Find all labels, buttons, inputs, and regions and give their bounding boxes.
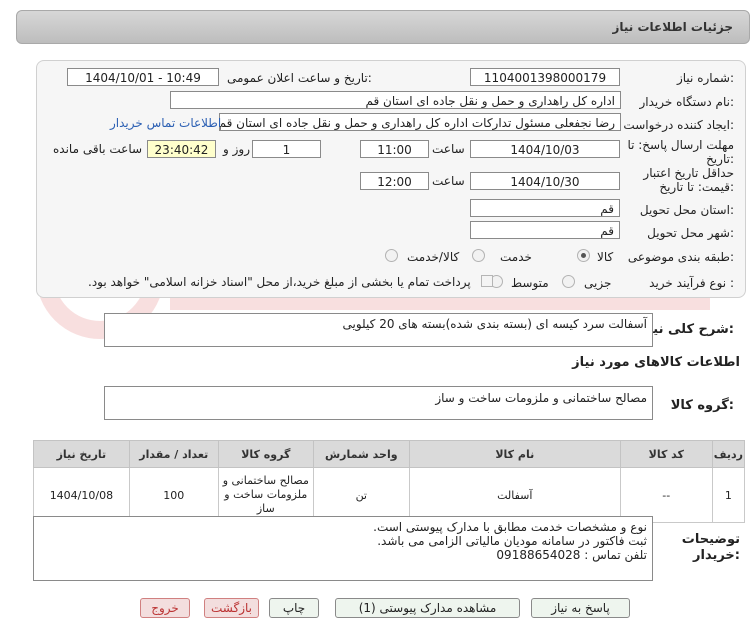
city-label: شهر محل تحویل: [647, 226, 734, 240]
description-field[interactable]: آسفالت سرد کیسه ای (بسته بندی شده)بسته ه… [104, 313, 653, 347]
buyer-notes-label-2: خریدار: [693, 548, 740, 563]
goods-group-label: گروه کالا: [670, 398, 734, 413]
header-bar: جزئیات اطلاعات نیاز [16, 10, 750, 44]
col-qty: تعداد / مقدار [128, 440, 219, 468]
category-option-goods-label: کالا [597, 250, 614, 264]
goods-table: ردیف کد کالا نام کالا واحد شمارش گروه کا… [33, 440, 746, 523]
time-remaining-label: ساعت باقی مانده [53, 142, 143, 156]
category-option-service-radio[interactable] [472, 249, 485, 262]
city-field[interactable]: قم [470, 221, 620, 239]
buyer-notes-label: توضیحات [681, 532, 740, 547]
days-remaining-field[interactable]: 1 [252, 140, 321, 158]
buyer-notes-line-3: تلفن تماس : 09188654028 [496, 548, 647, 562]
deadline-date-field[interactable]: 1404/10/03 [470, 140, 620, 158]
buyer-org-field[interactable]: اداره کل راهداری و حمل و نقل جاده ای است… [170, 91, 621, 109]
goods-group-field[interactable]: مصالح ساختمانی و ملزومات ساخت و ساز [104, 386, 653, 420]
province-field[interactable]: قم [470, 199, 620, 217]
table-row: 1 -- آسفالت تن مصالح ساختمانی و ملزومات … [33, 467, 746, 523]
deadline-time-field[interactable]: 11:00 [360, 140, 429, 158]
process-label: نوع فرآیند خرید : [649, 276, 734, 290]
col-name: نام کالا [408, 440, 621, 468]
validity-time-label: ساعت [432, 174, 465, 188]
back-button[interactable]: بازگشت [204, 598, 259, 618]
cell-name: آسفالت [408, 467, 621, 523]
cell-group: مصالح ساختمانی و ملزومات ساخت و ساز [217, 467, 314, 523]
announce-label: تاریخ و ساعت اعلان عمومی: [227, 71, 372, 85]
deadline-label: مهلت ارسال پاسخ: تا [627, 138, 734, 152]
col-unit: واحد شمارش [312, 440, 410, 468]
col-code: کد کالا [619, 440, 713, 468]
col-group: گروه کالا [217, 440, 314, 468]
col-row: ردیف [711, 440, 746, 468]
cell-unit: تن [312, 467, 410, 523]
page-title: جزئیات اطلاعات نیاز [612, 20, 733, 34]
buyer-notes-field[interactable]: نوع و مشخصات خدمت مطابق با مدارک پیوستی … [33, 516, 653, 581]
validity-label: حداقل تاریخ اعتبار [643, 166, 734, 180]
buyer-contact-link[interactable]: اطلاعات تماس خریدار [110, 116, 221, 130]
cell-code: -- [619, 467, 713, 523]
buyer-notes-line-1: نوع و مشخصات خدمت مطابق با مدارک پیوستی … [373, 520, 647, 534]
category-option-goods-radio[interactable] [577, 249, 590, 262]
goods-section-title: اطلاعات کالاهای مورد نیاز [572, 355, 740, 370]
view-attachments-button[interactable]: مشاهده مدارک پیوستی (1) [335, 598, 520, 618]
need-number-field[interactable]: 1104001398000179 [470, 68, 620, 86]
process-option-medium-label: متوسط [511, 276, 549, 290]
time-remaining-field: 23:40:42 [147, 140, 216, 158]
exit-button[interactable]: خروج [140, 598, 190, 618]
cell-date: 1404/10/08 [33, 467, 130, 523]
category-option-both-radio[interactable] [385, 249, 398, 262]
announce-date-field[interactable]: 1404/10/01 - 10:49 [67, 68, 219, 86]
process-option-minor-radio[interactable] [562, 275, 575, 288]
category-option-service-label: خدمت [500, 250, 532, 264]
deadline-label-date: تاریخ: [706, 152, 734, 166]
requester-label: ایجاد کننده درخواست: [623, 118, 734, 132]
buyer-notes-line-2: ثبت فاکتور در سامانه مودیان مالیاتی الزا… [377, 534, 647, 548]
validity-time-field[interactable]: 12:00 [360, 172, 429, 190]
validity-date-field[interactable]: 1404/10/30 [470, 172, 620, 190]
treasury-payment-note: پرداخت تمام یا بخشی از مبلغ خرید،از محل … [88, 275, 471, 289]
description-label: شرح کلی نیاز: [640, 322, 734, 337]
print-button[interactable]: چاپ [269, 598, 319, 618]
reply-button[interactable]: پاسخ به نیاز [531, 598, 630, 618]
validity-label-date: قیمت: تا تاریخ: [659, 180, 734, 194]
goods-table-header: ردیف کد کالا نام کالا واحد شمارش گروه کا… [33, 440, 746, 468]
buyer-org-label: نام دستگاه خریدار: [639, 95, 735, 109]
province-label: استان محل تحویل: [639, 203, 734, 217]
cell-row: 1 [711, 467, 746, 523]
deadline-time-label: ساعت [432, 142, 465, 156]
category-option-both-label: کالا/خدمت [407, 250, 460, 264]
col-date: تاریخ نیاز [33, 440, 130, 468]
requester-field[interactable]: رضا نجفعلی مسئول تدارکات اداره کل راهدار… [219, 113, 621, 131]
process-option-minor-label: جزیی [584, 276, 612, 290]
cell-qty: 100 [128, 467, 219, 523]
treasury-payment-checkbox[interactable] [481, 275, 493, 287]
days-label: روز و [223, 142, 250, 156]
need-number-label: شماره نیاز: [676, 71, 734, 85]
category-label: طبقه بندی موضوعی: [627, 250, 734, 264]
